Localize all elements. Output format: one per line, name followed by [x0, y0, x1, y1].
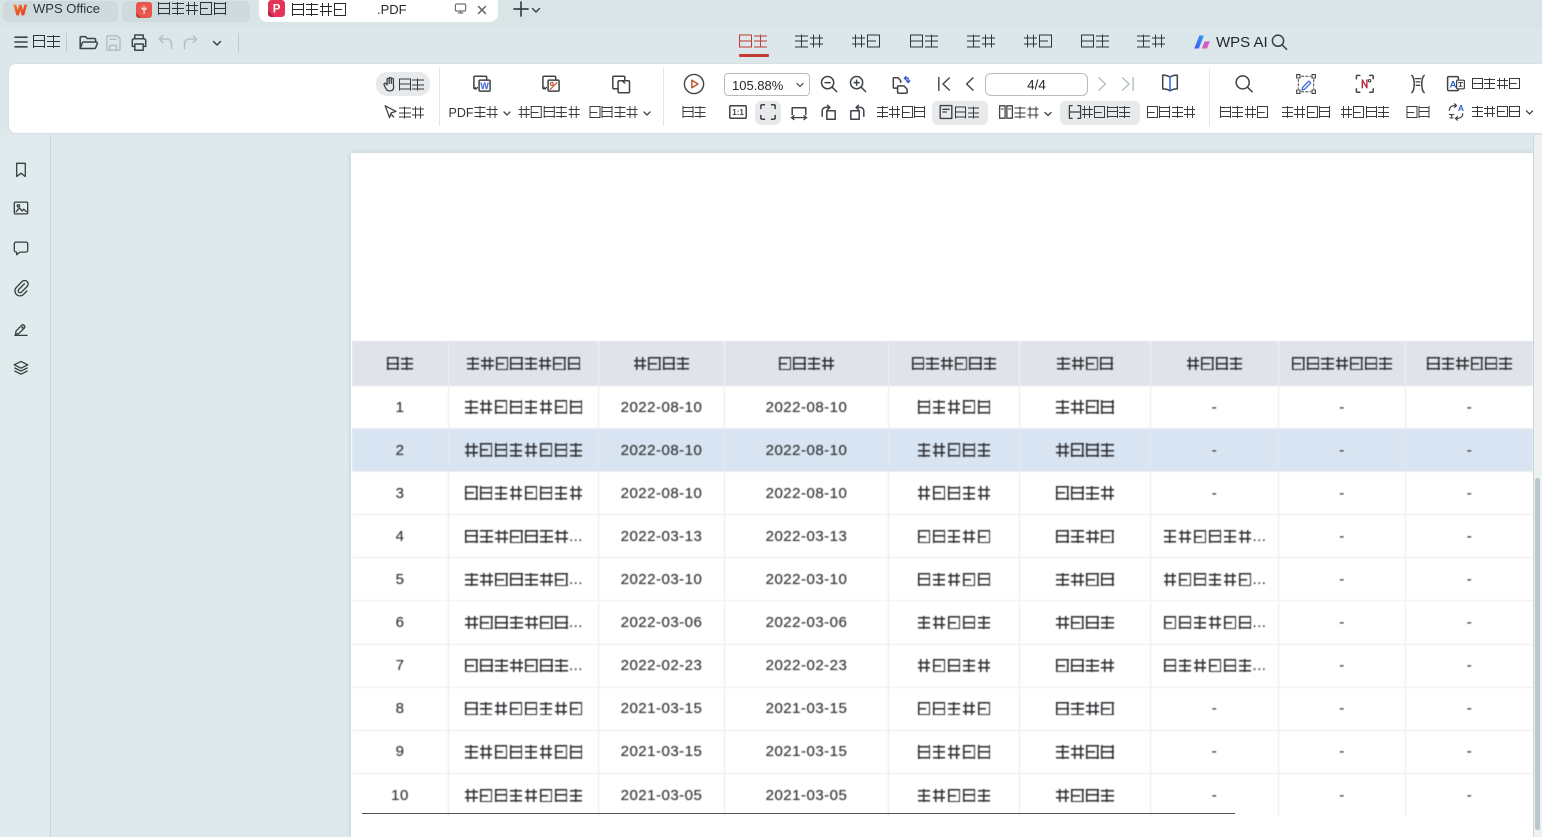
svg-text:P: P [273, 4, 281, 16]
svg-text:1:1: 1:1 [732, 108, 744, 117]
svg-text:A: A [1458, 103, 1464, 113]
svg-text:A: A [1450, 80, 1457, 91]
svg-text:W: W [480, 80, 489, 90]
